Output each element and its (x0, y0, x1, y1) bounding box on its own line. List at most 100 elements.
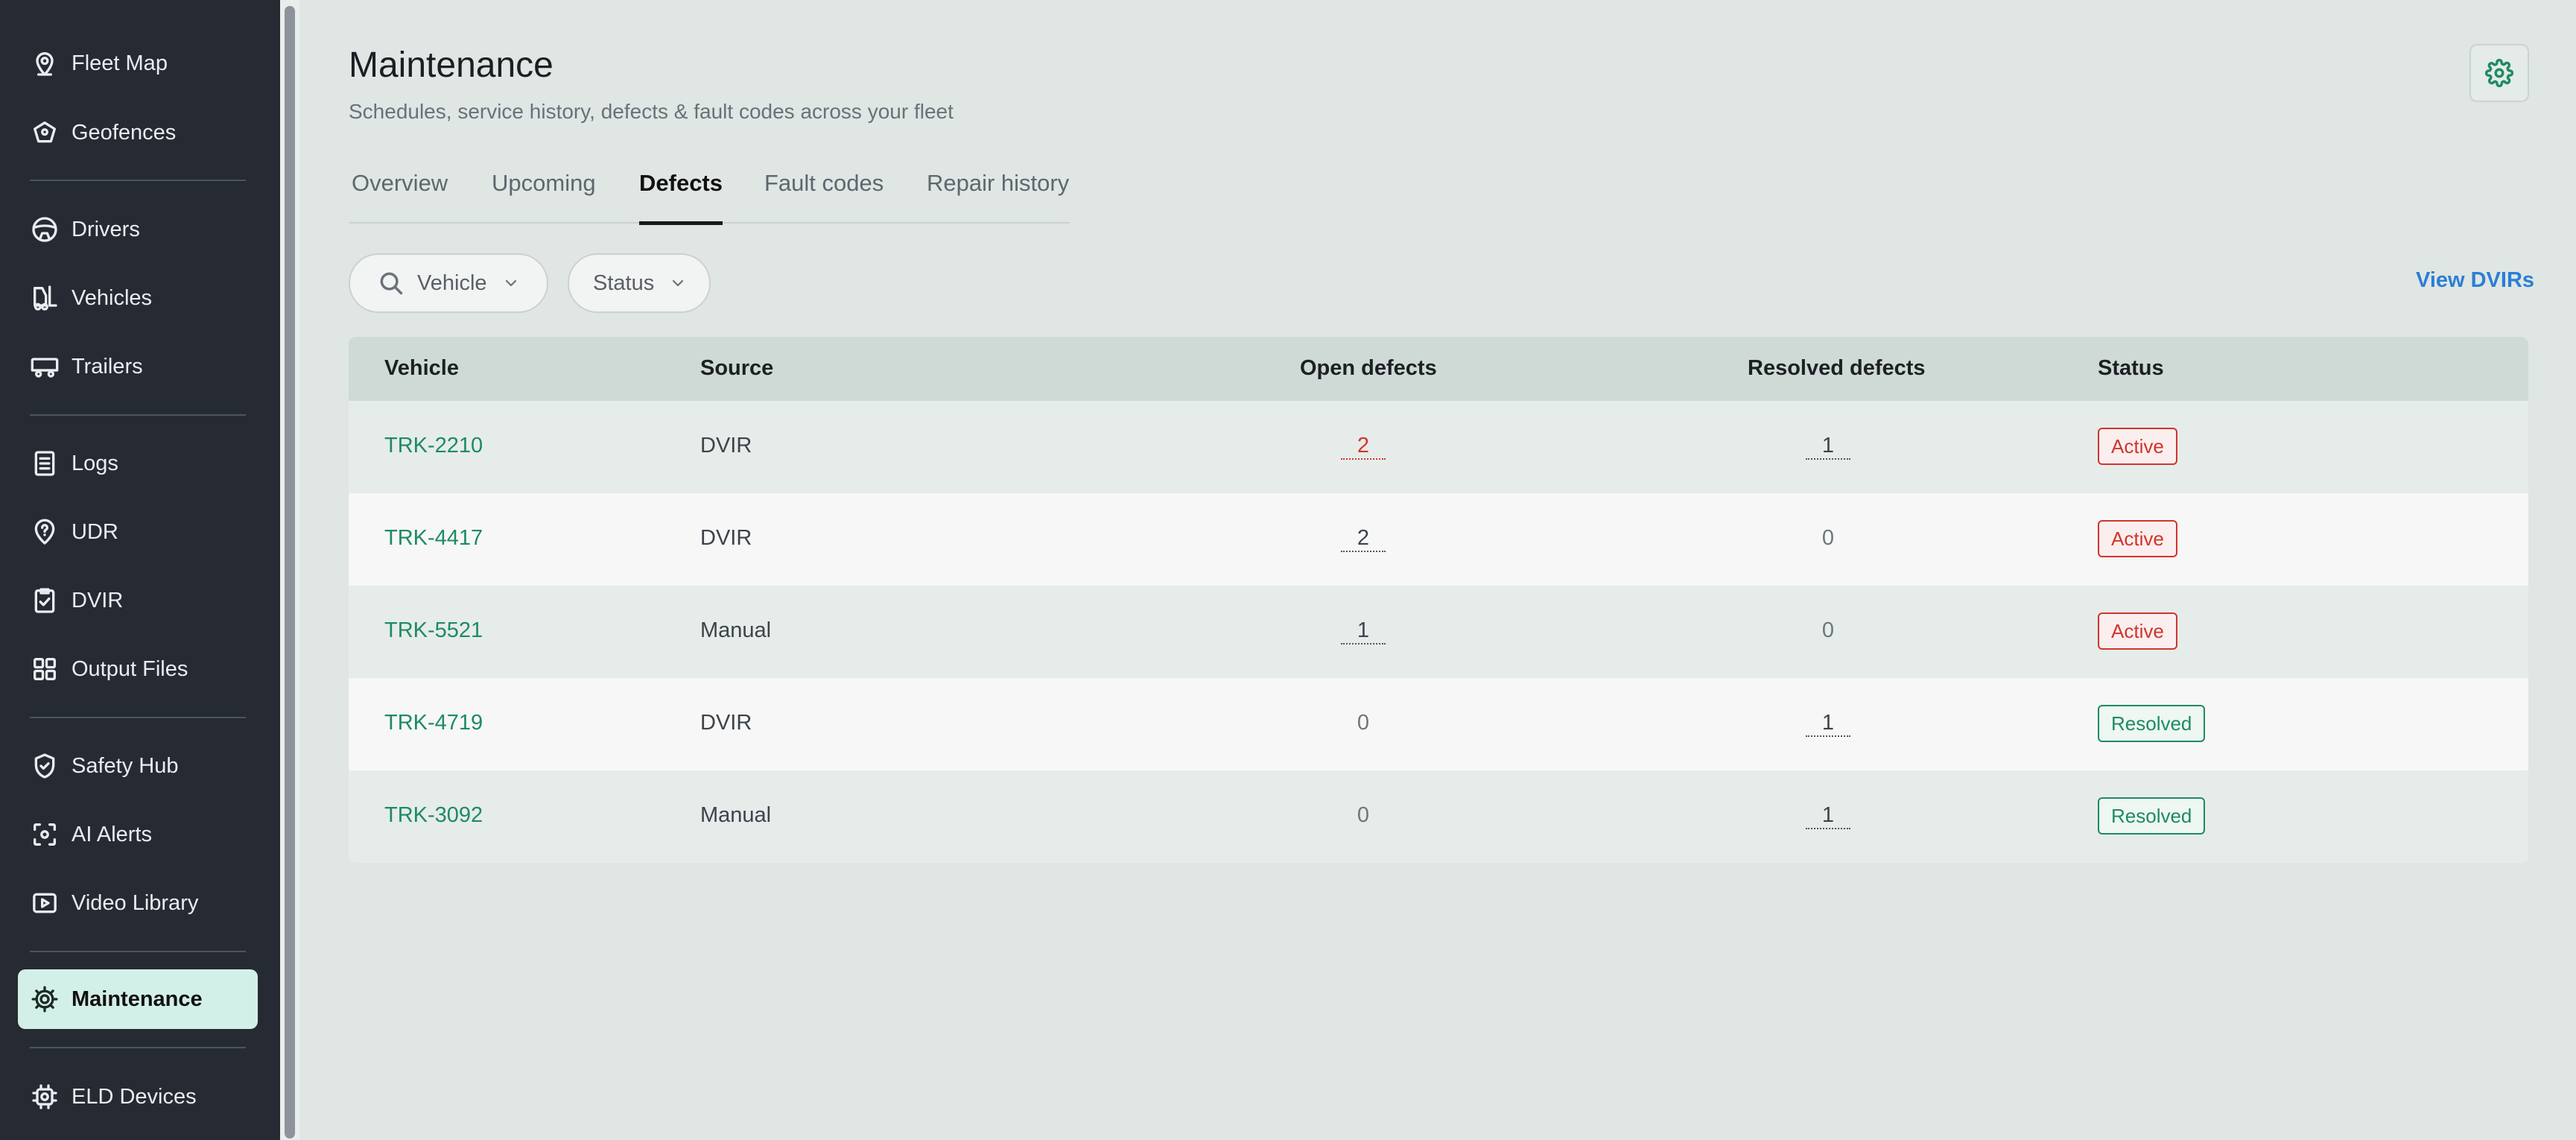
chip-icon (0, 1067, 72, 1127)
resolved-defects-count[interactable]: 1 (1806, 711, 1850, 737)
tab-bar: Overview Upcoming Defects Fault codes Re… (349, 170, 1070, 225)
sidebar-item-label: Fleet Map (72, 51, 168, 75)
resolved-defects-count[interactable]: 1 (1806, 434, 1850, 460)
tab-fault-codes[interactable]: Fault codes (764, 170, 883, 224)
sidebar-item-ai-alerts[interactable]: AI Alerts (18, 805, 258, 864)
question-pin-icon (0, 502, 72, 562)
open-defects-count[interactable]: 1 (1341, 618, 1386, 645)
status-filter-label: Status (593, 270, 655, 295)
sidebar-item-label: Safety Hub (72, 753, 179, 778)
vehicle-filter-label: Vehicle (417, 270, 487, 295)
source-cell: Manual (700, 618, 772, 642)
shield-check-icon (0, 736, 72, 796)
source-cell: Manual (700, 803, 772, 827)
settings-button[interactable] (2469, 44, 2529, 102)
column-header-source[interactable]: Source (700, 356, 773, 381)
cog-icon (0, 969, 72, 1029)
sidebar-item-label: Output Files (72, 656, 188, 681)
page-title: Maintenance (349, 45, 553, 85)
table-row[interactable]: TRK-4719 DVIR 0 1 Resolved (349, 678, 2528, 770)
sidebar-item-trailers[interactable]: Trailers (18, 337, 258, 396)
open-defects-count[interactable]: 2 (1341, 434, 1386, 460)
sidebar-item-udr[interactable]: UDR (18, 502, 258, 562)
vehicle-link[interactable]: TRK-3092 (384, 803, 483, 828)
sidebar-item-output-files[interactable]: Output Files (18, 639, 258, 699)
tab-repair-history[interactable]: Repair history (927, 170, 1069, 224)
sidebar-item-label: Geofences (72, 120, 177, 145)
sidebar-item-safety-hub[interactable]: Safety Hub (18, 736, 258, 796)
sidebar-divider (30, 1047, 246, 1048)
sidebar-item-label: ELD Devices (72, 1084, 197, 1109)
view-dvirs-link[interactable]: View DVIRs (2416, 268, 2534, 293)
status-badge: Active (2098, 520, 2177, 557)
open-defects-count[interactable]: 2 (1341, 526, 1386, 552)
source-cell: DVIR (700, 526, 752, 550)
trailer-icon (0, 337, 72, 396)
status-badge: Active (2098, 428, 2177, 465)
sidebar-item-label: Vehicles (72, 285, 153, 310)
column-header-status[interactable]: Status (2098, 356, 2164, 381)
source-cell: DVIR (700, 434, 752, 457)
column-header-open-defects[interactable]: Open defects (1300, 356, 1437, 381)
grid-icon (0, 639, 72, 699)
geofence-icon (0, 103, 72, 162)
tab-defects[interactable]: Defects (639, 170, 723, 225)
sidebar-item-label: DVIR (72, 588, 124, 612)
table-header: Vehicle Source Open defects Resolved def… (349, 337, 2528, 401)
table-row[interactable]: TRK-4417 DVIR 2 0 Active (349, 493, 2528, 586)
play-icon (0, 873, 72, 933)
vehicle-link[interactable]: TRK-4417 (384, 526, 483, 551)
sidebar-item-label: Logs (72, 451, 118, 475)
scan-icon (0, 805, 72, 864)
chevron-down-icon (669, 274, 687, 292)
status-badge: Resolved (2098, 705, 2206, 742)
table-row[interactable]: TRK-5521 Manual 1 0 Active (349, 586, 2528, 678)
vehicle-link[interactable]: TRK-4719 (384, 711, 483, 735)
sidebar-item-label: UDR (72, 519, 118, 544)
search-icon (377, 269, 405, 297)
table-row[interactable]: TRK-2210 DVIR 2 1 Active (349, 401, 2528, 493)
vehicle-link[interactable]: TRK-5521 (384, 618, 483, 643)
sidebar-item-logs[interactable]: Logs (18, 434, 258, 493)
table-row[interactable]: TRK-3092 Manual 0 1 Resolved (349, 770, 2528, 863)
sidebar-item-label: Drivers (72, 217, 140, 241)
chevron-down-icon (502, 274, 520, 292)
sidebar-item-label: Trailers (72, 354, 143, 379)
vehicle-link[interactable]: TRK-2210 (384, 434, 483, 458)
resolved-defects-count: 0 (1821, 526, 1835, 550)
tab-overview[interactable]: Overview (352, 170, 448, 224)
sidebar-item-drivers[interactable]: Drivers (18, 200, 258, 259)
sidebar-item-dvir[interactable]: DVIR (18, 571, 258, 630)
open-defects-count: 0 (1357, 711, 1370, 735)
sidebar-item-label: Maintenance (72, 987, 203, 1011)
sidebar: Fleet Map Geofences Drivers Vehicles Tra… (0, 0, 280, 1140)
sidebar-item-video-library[interactable]: Video Library (18, 873, 258, 933)
steering-wheel-icon (0, 200, 72, 259)
sidebar-item-eld-devices[interactable]: ELD Devices (18, 1067, 258, 1127)
column-header-resolved-defects[interactable]: Resolved defects (1748, 356, 1926, 381)
gear-icon (2485, 59, 2513, 87)
column-header-vehicle[interactable]: Vehicle (384, 356, 459, 381)
resolved-defects-count: 0 (1821, 618, 1835, 642)
scrollbar-thumb[interactable] (285, 6, 295, 1139)
source-cell: DVIR (700, 711, 752, 735)
status-filter[interactable]: Status (568, 253, 711, 313)
page-subtitle: Schedules, service history, defects & fa… (349, 100, 954, 123)
resolved-defects-count[interactable]: 1 (1806, 803, 1850, 829)
defects-table: Vehicle Source Open defects Resolved def… (349, 337, 2528, 863)
map-pin-icon (0, 34, 72, 93)
forklift-icon (0, 268, 72, 328)
tab-upcoming[interactable]: Upcoming (492, 170, 596, 224)
sidebar-item-vehicles[interactable]: Vehicles (18, 268, 258, 328)
sidebar-item-fleet-map[interactable]: Fleet Map (18, 34, 258, 93)
sidebar-item-geofences[interactable]: Geofences (18, 103, 258, 162)
status-badge: Resolved (2098, 797, 2206, 835)
open-defects-count: 0 (1357, 803, 1370, 827)
clipboard-icon (0, 434, 72, 493)
sidebar-item-maintenance[interactable]: Maintenance (18, 969, 258, 1029)
status-badge: Active (2098, 612, 2177, 650)
vehicle-filter[interactable]: Vehicle (349, 253, 548, 313)
sidebar-divider (30, 414, 246, 416)
sidebar-item-label: Video Library (72, 890, 199, 915)
clipboard-check-icon (0, 571, 72, 630)
